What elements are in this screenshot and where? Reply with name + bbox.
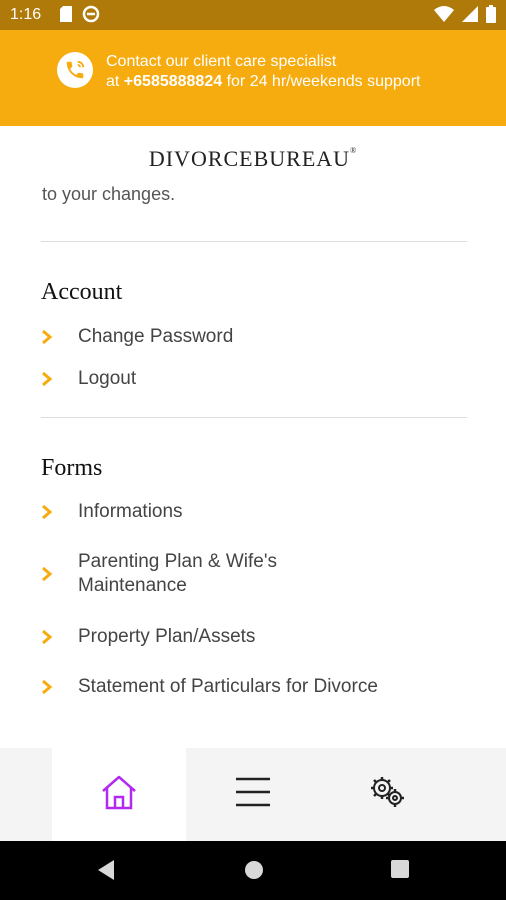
statement-particulars-item[interactable]: Statement of Particulars for Divorce — [41, 675, 461, 699]
home-button[interactable] — [243, 859, 265, 886]
chevron-right-icon — [41, 625, 65, 649]
logout-label: Logout — [78, 368, 137, 389]
chevron-right-icon — [41, 325, 65, 349]
brand-logo-text: DIVORCEBUREAU — [148, 146, 351, 171]
back-button[interactable] — [96, 859, 116, 886]
signal-icon — [462, 6, 478, 27]
divider — [41, 417, 467, 418]
support-banner-text: Contact our client care specialist at +6… — [106, 52, 420, 92]
tab-menu[interactable] — [186, 748, 320, 841]
settings-icon — [367, 774, 407, 815]
wifi-icon — [434, 6, 454, 27]
informations-label: Informations — [78, 501, 183, 522]
support-phone-number[interactable]: +6585888824 — [124, 73, 222, 90]
recents-button[interactable] — [390, 859, 410, 884]
banner-line-2-suffix: for 24 hr/weekends support — [222, 73, 421, 90]
change-password-label: Change Password — [78, 326, 234, 347]
menu-icon — [234, 776, 272, 813]
parenting-plan-label: Parenting Plan & Wife's Maintenance — [78, 551, 277, 596]
tab-home[interactable] — [52, 748, 186, 841]
chevron-right-icon — [41, 500, 65, 524]
banner-line-2-prefix: at — [106, 73, 124, 90]
chevron-right-icon — [41, 562, 65, 586]
battery-icon — [486, 5, 496, 28]
partial-text: to your changes. — [42, 184, 176, 204]
support-banner[interactable]: Contact our client care specialist at +6… — [0, 30, 506, 126]
informations-item[interactable]: Informations — [41, 500, 461, 524]
registered-mark: ® — [350, 146, 358, 155]
banner-line-1: Contact our client care specialist — [106, 53, 337, 70]
chevron-right-icon — [41, 367, 65, 391]
bottom-nav — [0, 748, 506, 841]
divider — [41, 241, 467, 242]
phone-icon — [57, 52, 93, 88]
sim-card-icon — [60, 6, 72, 27]
statement-particulars-label: Statement of Particulars for Divorce — [78, 676, 378, 697]
home-icon — [100, 774, 138, 815]
status-time: 1:16 — [10, 6, 42, 23]
data-saver-icon — [82, 5, 100, 28]
forms-section-title: Forms — [41, 455, 103, 481]
chevron-right-icon — [41, 675, 65, 699]
property-plan-item[interactable]: Property Plan/Assets — [41, 625, 461, 649]
system-nav-bar — [0, 841, 506, 900]
banner-line-2: at +6585888824 for 24 hr/weekends suppor… — [106, 72, 420, 92]
property-plan-label: Property Plan/Assets — [78, 626, 256, 647]
tab-settings[interactable] — [320, 748, 454, 841]
account-section-title: Account — [41, 279, 123, 305]
status-bar: 1:16 — [0, 0, 506, 30]
change-password-item[interactable]: Change Password — [41, 325, 461, 349]
logout-item[interactable]: Logout — [41, 367, 461, 391]
brand-logo: DIVORCEBUREAU® — [0, 146, 506, 172]
parenting-plan-item[interactable]: Parenting Plan & Wife's Maintenance — [41, 550, 461, 598]
